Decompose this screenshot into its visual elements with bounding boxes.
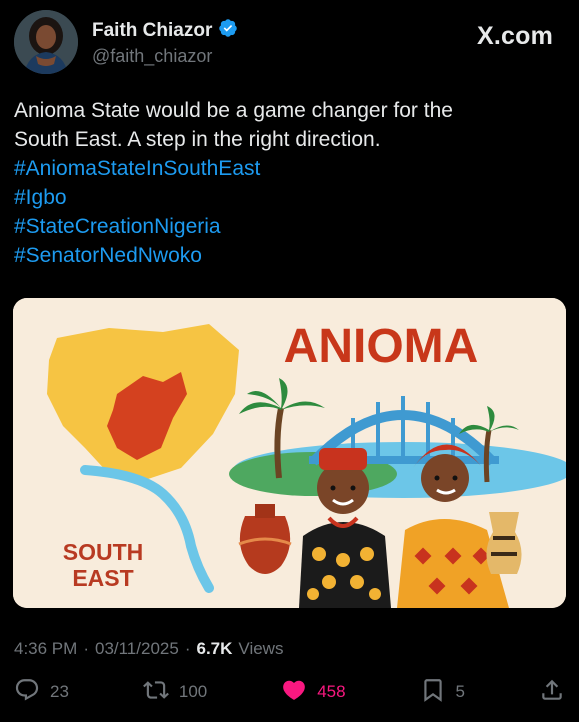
author-handle[interactable]: @faith_chiazor	[92, 46, 212, 67]
like-count: 458	[317, 682, 346, 701]
reply-icon	[14, 677, 40, 708]
tweet-media-image[interactable]: ANIOMA SOUTH EAST	[13, 298, 566, 608]
media-region-line1: SOUTH	[63, 539, 144, 565]
like-heart-icon	[281, 677, 307, 708]
decorated-vase	[486, 512, 522, 574]
tweet-date[interactable]: 03/11/2025	[95, 639, 179, 659]
like-button[interactable]: 458	[281, 677, 346, 708]
verified-badge-icon	[218, 18, 238, 43]
media-headline: ANIOMA	[284, 320, 479, 373]
hashtag-link[interactable]: #SenatorNedNwoko	[14, 241, 565, 270]
avatar[interactable]	[14, 10, 78, 74]
tweet-time[interactable]: 4:36 PM	[14, 639, 77, 659]
repost-button[interactable]: 100	[142, 677, 208, 708]
meta-separator: ·	[184, 639, 191, 658]
meta-separator: ·	[83, 639, 89, 658]
tweet-header: Faith Chiazor @faith_chiazor X.com	[14, 8, 565, 74]
tweet-text-line: South East. A step in the right directio…	[14, 128, 381, 151]
bookmark-icon	[420, 677, 446, 708]
views-count: 6.7K	[196, 639, 233, 658]
bookmark-button[interactable]: 5	[420, 677, 465, 708]
share-button[interactable]	[539, 677, 565, 708]
repost-count: 100	[178, 682, 208, 701]
hashtag-link[interactable]: #Igbo	[14, 183, 565, 212]
repost-icon	[142, 677, 169, 708]
hashtag-link[interactable]: #AniomaStateInSouthEast	[14, 154, 565, 183]
reply-count: 23	[50, 682, 69, 701]
author-name-row: Faith Chiazor	[92, 18, 238, 43]
action-bar: 23 100 458 5	[14, 674, 565, 710]
author-name[interactable]: Faith Chiazor	[92, 20, 212, 42]
bookmark-count: 5	[455, 682, 465, 701]
reply-button[interactable]: 23	[14, 677, 69, 708]
tweet-text-line: Anioma State would be a game changer for…	[14, 99, 453, 122]
brand-watermark: X.com	[476, 22, 553, 50]
hashtag-link[interactable]: #StateCreationNigeria	[14, 212, 565, 241]
tweet-meta: 4:36 PM · 03/11/2025 · 6.7K Views	[14, 639, 283, 659]
views-label: Views	[238, 639, 284, 658]
tweet-text: Anioma State would be a game changer for…	[14, 96, 565, 270]
media-region-line2: EAST	[72, 565, 133, 591]
share-icon	[539, 677, 565, 708]
